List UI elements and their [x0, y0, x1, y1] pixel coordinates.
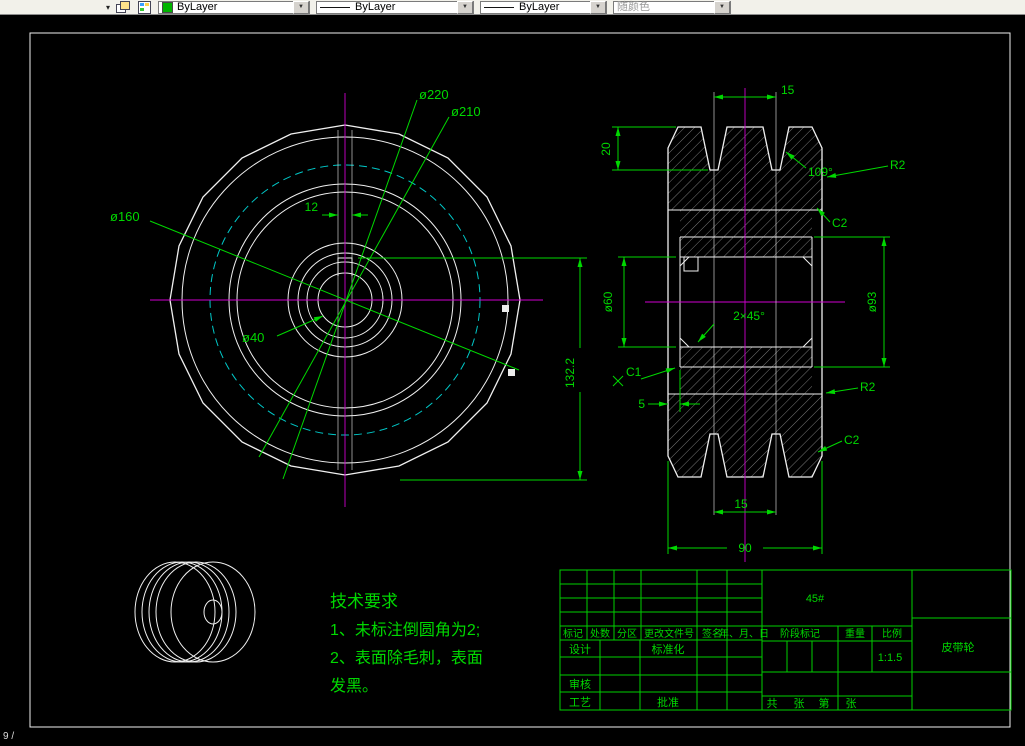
- linetype-control-combo[interactable]: ByLayer ▼: [316, 0, 475, 14]
- iso-bore: [203, 599, 223, 625]
- layers-icon[interactable]: [116, 0, 131, 14]
- tb-label-zone: 分区: [617, 628, 637, 640]
- dim-label-r2-top: R2: [890, 158, 906, 172]
- point-marker: [508, 369, 515, 376]
- dim-label-width: 90: [738, 541, 752, 555]
- dim-label-bore-chamfer: 2×45°: [733, 309, 765, 323]
- chevron-down-icon[interactable]: ▼: [457, 0, 474, 14]
- keyway-section: [683, 256, 699, 272]
- plotstyle-control-combo: 随颜色 ▼: [613, 0, 732, 14]
- tb-label-change-no: 更改文件号: [644, 627, 694, 640]
- dim-label-d220: ø220: [419, 87, 449, 102]
- dim-label-groove-pitch-top: 15: [781, 83, 795, 97]
- tb-label-weight: 重量: [845, 627, 865, 640]
- front-view-dimensions: ø220 ø210 ø160 ø40 12 132.2: [110, 87, 587, 481]
- dim-label-groove-pitch-bottom: 15: [734, 497, 748, 511]
- tb-sheet-sheet: 张: [846, 697, 857, 710]
- lineweight-glyph-icon: [484, 6, 515, 8]
- point-marker: [502, 305, 509, 312]
- tech-req-title: 技术要求: [330, 592, 398, 611]
- color-control-combo[interactable]: ByLayer ▼: [158, 0, 311, 14]
- properties-toolbar: ▾ ByLayer ▼ ByLayer ▼ ByLayer ▼ 随颜色 ▼: [0, 0, 1025, 15]
- dim-label-r2-bottom: R2: [860, 380, 876, 394]
- chevron-down-icon[interactable]: ▼: [590, 0, 607, 14]
- tb-material: 45#: [806, 593, 825, 605]
- layer-properties-icon[interactable]: [137, 0, 152, 14]
- dim-label-d210: ø210: [451, 104, 481, 119]
- drawing-canvas[interactable]: ø220 ø210 ø160 ø40 12 132.2 15 20 109° R…: [0, 0, 1025, 746]
- tb-sheet-sheets: 张: [794, 697, 805, 710]
- linetype-glyph-icon: [320, 6, 351, 8]
- tb-label-scale: 比例: [882, 627, 902, 640]
- tb-label-date: 年、月、日: [719, 627, 769, 640]
- color-control-value: ByLayer: [177, 1, 218, 13]
- tb-label-count: 处数: [590, 627, 610, 640]
- dim-label-d160: ø160: [110, 209, 140, 224]
- tech-req-line2: 2、表面除毛刺，表面: [330, 649, 483, 667]
- dim-label-hub-offset: 5: [638, 397, 645, 411]
- technical-requirements: 技术要求 1、未标注倒圆角为2; 2、表面除毛刺，表面 发黑。: [330, 592, 483, 695]
- dim-label-c2-bottom: C2: [844, 433, 860, 447]
- current-color-swatch: [162, 1, 174, 13]
- tb-label-approve: 批准: [657, 695, 679, 709]
- plotstyle-control-value: 随颜色: [617, 1, 651, 13]
- chevron-down-icon[interactable]: ▼: [293, 0, 310, 14]
- dim-label-hub: ø93: [865, 291, 879, 312]
- tech-req-line3: 发黑。: [330, 677, 378, 695]
- tb-label-stage: 阶段标记: [780, 627, 820, 640]
- tb-part-name: 皮带轮: [942, 640, 975, 654]
- dim-label-height: 132.2: [563, 358, 577, 388]
- tb-label-standard: 标准化: [652, 642, 685, 656]
- dim-label-d40: ø40: [242, 330, 264, 345]
- statusbar-fragment: 9 /: [3, 731, 15, 742]
- tb-scale-value: 1:1.5: [878, 652, 902, 664]
- lineweight-control-value: ByLayer: [519, 1, 560, 13]
- dim-label-c2-top: C2: [832, 216, 848, 230]
- tb-label-check: 审核: [569, 677, 591, 691]
- tb-sheet-total: 共: [767, 697, 778, 710]
- linetype-control-value: ByLayer: [355, 1, 396, 13]
- tb-label-mark: 标记: [563, 628, 583, 640]
- tb-label-process: 工艺: [569, 696, 591, 709]
- tb-label-design: 设计: [569, 643, 591, 656]
- section-view: [645, 88, 845, 562]
- lineweight-control-combo[interactable]: ByLayer ▼: [480, 0, 608, 14]
- tech-req-line1: 1、未标注倒圆角为2;: [330, 621, 480, 639]
- chevron-down-icon: ▼: [714, 0, 731, 14]
- dim-label-c1: C1: [626, 365, 642, 379]
- dim-label-bore: ø60: [601, 291, 615, 312]
- iso-view: [134, 561, 256, 663]
- dim-label-key-width: 12: [305, 200, 319, 214]
- title-block: 标记 处数 分区 更改文件号 签名 年、月、日 设计 标准化 审核 工艺 批准 …: [559, 569, 1012, 711]
- toolbar-overflow-icon[interactable]: ▾: [106, 1, 110, 14]
- dim-label-rim-h: 20: [599, 142, 613, 156]
- tb-sheet-no: 第: [819, 696, 830, 710]
